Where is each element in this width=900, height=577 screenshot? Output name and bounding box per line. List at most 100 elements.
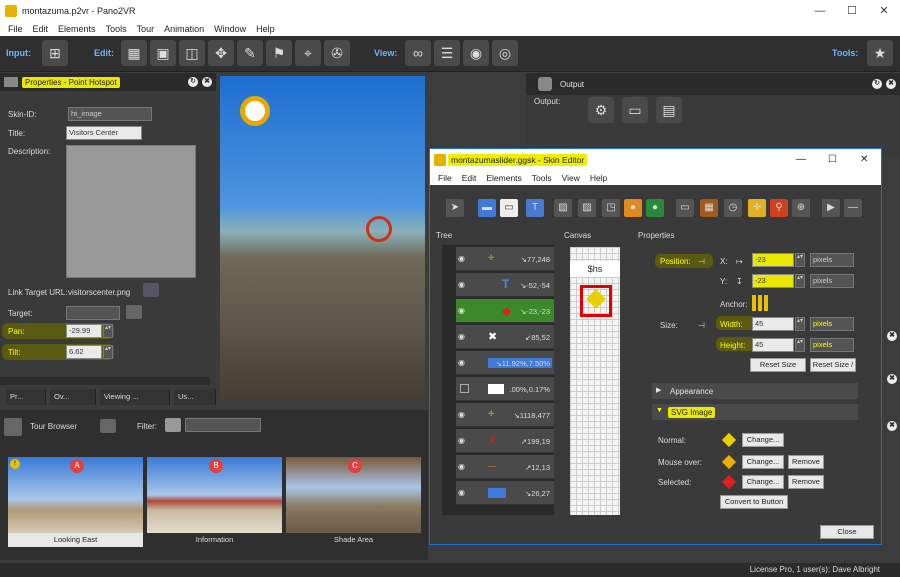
- x-unit-select[interactable]: pixels: [810, 253, 854, 267]
- mouseover-change-button[interactable]: Change...: [742, 455, 784, 469]
- tree-row[interactable]: ◉ ↘26,27: [456, 481, 554, 505]
- hotspot-crosshair-icon[interactable]: [240, 96, 270, 126]
- minimize-button[interactable]: —: [804, 0, 836, 22]
- skin-menu-file[interactable]: File: [438, 171, 452, 185]
- eye-icon[interactable]: ◉: [458, 488, 468, 498]
- media-icon[interactable]: ◫: [179, 40, 205, 66]
- horizontal-scrollbar[interactable]: [0, 377, 210, 385]
- container-icon[interactable]: ▬: [478, 199, 496, 217]
- tab-overview[interactable]: Ov...: [50, 389, 96, 405]
- skin-menu-tools[interactable]: Tools: [532, 171, 552, 185]
- skin-menu-elements[interactable]: Elements: [486, 171, 521, 185]
- visibility-checkbox[interactable]: [460, 384, 469, 393]
- patch-icon[interactable]: ▣: [150, 40, 176, 66]
- tools-icon[interactable]: ★: [867, 40, 893, 66]
- skin-id-input[interactable]: ht_image: [68, 107, 152, 121]
- x-stepper[interactable]: ▴▾: [795, 253, 805, 267]
- skin-menu-help[interactable]: Help: [590, 171, 607, 185]
- eye-icon[interactable]: ◉: [458, 410, 468, 420]
- tree-row[interactable]: ◉ ✛ ↘1118,477: [456, 403, 554, 427]
- tree-row[interactable]: ◉ ✖ ↙85,52: [456, 325, 554, 349]
- pan-stepper[interactable]: ▴▾: [103, 324, 113, 338]
- anchor-grid-icon[interactable]: [752, 295, 768, 311]
- reset-size-button[interactable]: Reset Size: [750, 358, 806, 372]
- pan-input[interactable]: -29.99: [66, 324, 102, 338]
- width-stepper[interactable]: ▴▾: [795, 317, 805, 331]
- x-input[interactable]: -23: [752, 253, 794, 267]
- image-icon[interactable]: ▧: [554, 199, 572, 217]
- height-input[interactable]: 45: [752, 338, 794, 352]
- tree-row[interactable]: ◉ ↘11.92%,7.50%: [456, 351, 554, 375]
- thumbnail-shade-area[interactable]: C Shade Area: [286, 457, 421, 547]
- selected-element-frame[interactable]: [580, 285, 612, 317]
- y-stepper[interactable]: ▴▾: [795, 274, 805, 288]
- mouseover-remove-button[interactable]: Remove: [788, 455, 824, 469]
- dock-close-icon[interactable]: ✖: [887, 421, 897, 431]
- position-link-icon[interactable]: ⊣: [698, 257, 705, 266]
- close-dialog-button[interactable]: Close: [820, 525, 874, 539]
- dock-close-icon[interactable]: ✖: [887, 331, 897, 341]
- folder-icon[interactable]: [143, 283, 159, 297]
- tree-row[interactable]: ◉ ✗ ↗199,19: [456, 429, 554, 453]
- dock-close-icon[interactable]: ✖: [887, 374, 897, 384]
- eye-icon[interactable]: ◉: [458, 332, 468, 342]
- output-float-icon[interactable]: ↻: [872, 79, 882, 89]
- thumbnail-information[interactable]: B Information: [147, 457, 282, 547]
- sphere-icon[interactable]: ●: [624, 199, 642, 217]
- target-input[interactable]: [66, 306, 120, 320]
- film-reel-icon[interactable]: ✇: [324, 40, 350, 66]
- tilt-input[interactable]: 6.62: [66, 345, 102, 359]
- eye-icon[interactable]: ◎: [492, 40, 518, 66]
- thumbnail-looking-east[interactable]: ! A Looking East: [8, 457, 143, 547]
- svg-image-section[interactable]: ▼ SVG Image: [652, 404, 858, 420]
- filter-input[interactable]: [185, 418, 261, 432]
- eye-icon[interactable]: ◉: [458, 306, 468, 316]
- y-input[interactable]: -23: [752, 274, 794, 288]
- link-target-value[interactable]: visitorscenter.png: [68, 288, 130, 297]
- description-textarea[interactable]: [66, 145, 196, 278]
- height-stepper[interactable]: ▴▾: [795, 338, 805, 352]
- globe-icon[interactable]: ●: [646, 199, 664, 217]
- maximize-button[interactable]: ☐: [836, 0, 868, 22]
- notes-icon[interactable]: ☰: [434, 40, 460, 66]
- width-unit-select[interactable]: pixels: [810, 317, 854, 331]
- title-input[interactable]: Visitors Center: [66, 126, 142, 140]
- target-crosshair-icon[interactable]: [366, 216, 392, 242]
- tour-icon[interactable]: ✥: [208, 40, 234, 66]
- preview-icon[interactable]: ◉: [463, 40, 489, 66]
- skin-maximize-button[interactable]: ☐: [828, 154, 837, 165]
- svg-icon[interactable]: ▨: [578, 199, 596, 217]
- y-unit-select[interactable]: pixels: [810, 274, 854, 288]
- tree-row[interactable]: .00%,0.17%: [456, 377, 554, 401]
- video-icon[interactable]: ▶: [822, 199, 840, 217]
- import-pano-icon[interactable]: ⊞: [42, 40, 68, 66]
- convert-to-button[interactable]: Convert to Button: [720, 495, 788, 509]
- panorama-viewer[interactable]: [220, 76, 425, 400]
- skin-minimize-button[interactable]: —: [796, 154, 806, 165]
- frame-icon[interactable]: ▭: [676, 199, 694, 217]
- tree-row[interactable]: ◉ — ↗12,13: [456, 455, 554, 479]
- normal-change-button[interactable]: Change...: [742, 433, 784, 447]
- tilt-stepper[interactable]: ▴▾: [103, 345, 113, 359]
- tree-row-selected[interactable]: ◉ ◆ ↘-23,-23: [456, 299, 554, 323]
- width-input[interactable]: 45: [752, 317, 794, 331]
- skin-close-button[interactable]: ✕: [860, 154, 868, 165]
- user-icon[interactable]: [100, 419, 116, 433]
- close-button[interactable]: ✕: [868, 0, 900, 22]
- map-pin-icon[interactable]: ⚲: [770, 199, 788, 217]
- web-icon[interactable]: ⊕: [792, 199, 810, 217]
- hotspot-icon[interactable]: ⚑: [266, 40, 292, 66]
- menu-window[interactable]: Window: [214, 22, 246, 36]
- reset-size-ratio-button[interactable]: Reset Size /: [810, 358, 856, 372]
- gear-icon[interactable]: ⚙: [588, 97, 614, 123]
- menu-animation[interactable]: Animation: [164, 22, 204, 36]
- viewing-params-icon[interactable]: ▦: [121, 40, 147, 66]
- skin-canvas[interactable]: $hs: [570, 247, 620, 515]
- close-panel-icon[interactable]: ✖: [202, 77, 212, 87]
- settings-gear-icon[interactable]: [126, 305, 142, 319]
- text-icon[interactable]: T: [526, 199, 544, 217]
- grid-icon[interactable]: ▦: [700, 199, 718, 217]
- tree-row[interactable]: ◉ T ↘-52,-54: [456, 273, 554, 297]
- skin-menu-view[interactable]: View: [562, 171, 580, 185]
- selected-change-button[interactable]: Change...: [742, 475, 784, 489]
